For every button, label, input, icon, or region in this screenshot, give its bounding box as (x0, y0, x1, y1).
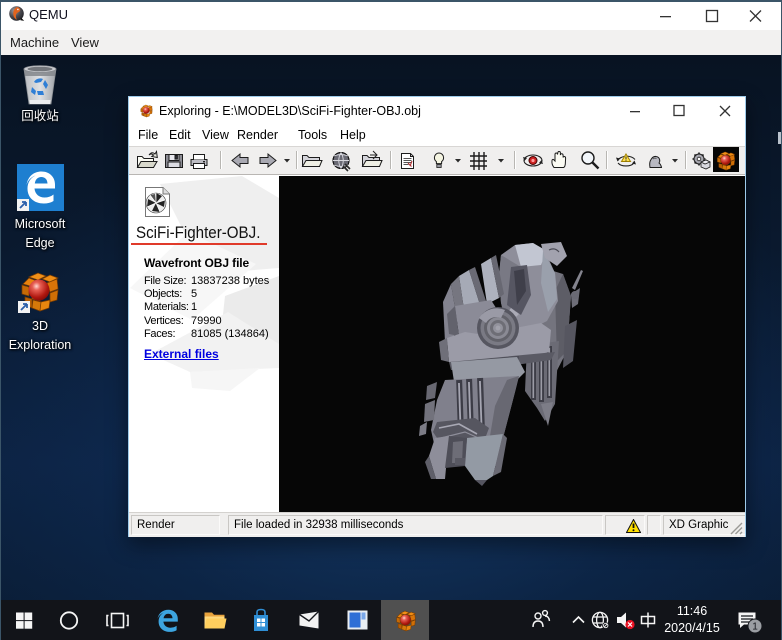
svg-text:1: 1 (752, 622, 758, 633)
